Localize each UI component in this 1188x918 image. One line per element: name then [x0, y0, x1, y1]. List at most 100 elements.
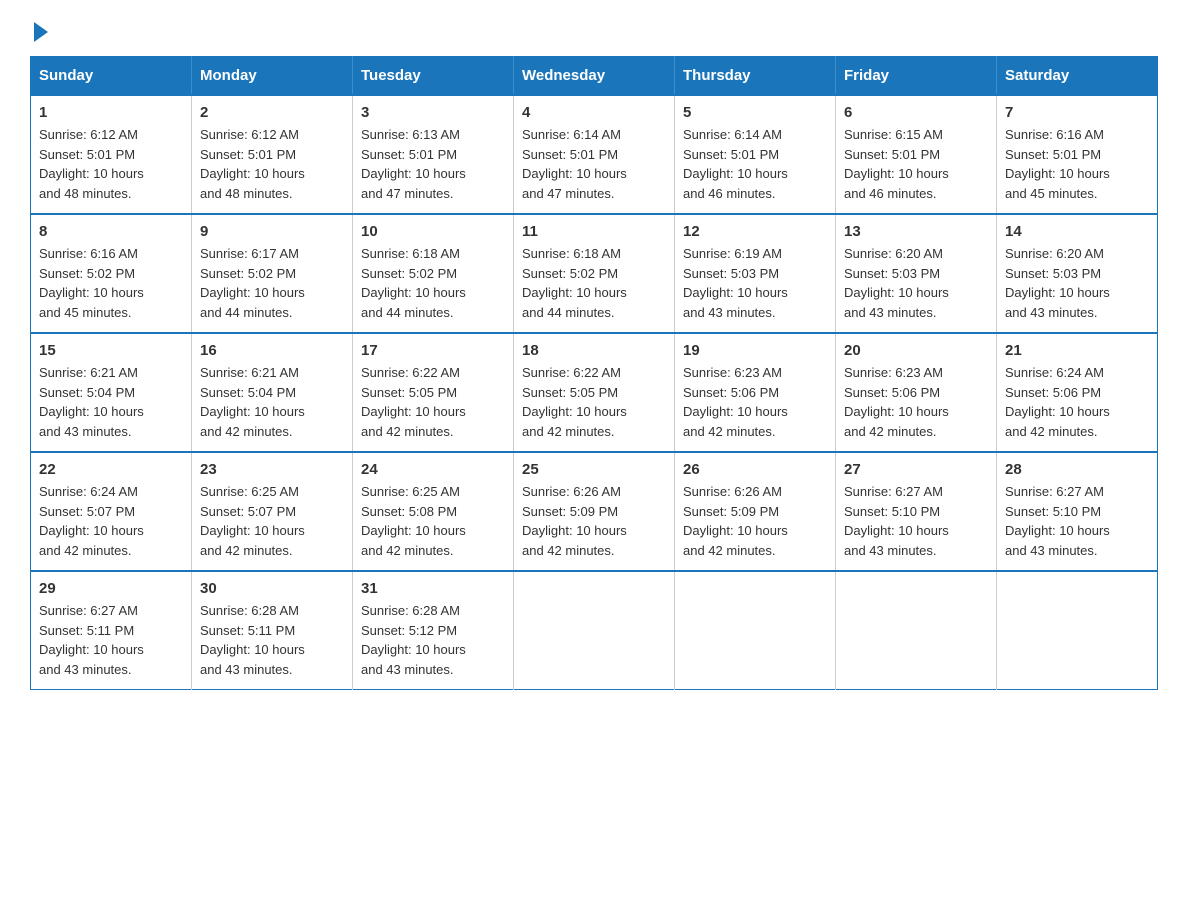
day-number: 19	[683, 342, 827, 359]
calendar-header-row: SundayMondayTuesdayWednesdayThursdayFrid…	[31, 57, 1158, 96]
calendar-day-cell: 22 Sunrise: 6:24 AMSunset: 5:07 PMDaylig…	[31, 452, 192, 571]
calendar-day-cell: 8 Sunrise: 6:16 AMSunset: 5:02 PMDayligh…	[31, 214, 192, 333]
calendar-day-cell: 10 Sunrise: 6:18 AMSunset: 5:02 PMDaylig…	[353, 214, 514, 333]
day-info: Sunrise: 6:28 AMSunset: 5:11 PMDaylight:…	[200, 603, 305, 677]
day-number: 26	[683, 461, 827, 478]
calendar-day-cell: 29 Sunrise: 6:27 AMSunset: 5:11 PMDaylig…	[31, 571, 192, 690]
header-day-thursday: Thursday	[675, 57, 836, 96]
day-number: 2	[200, 104, 344, 121]
calendar-day-cell: 17 Sunrise: 6:22 AMSunset: 5:05 PMDaylig…	[353, 333, 514, 452]
day-info: Sunrise: 6:18 AMSunset: 5:02 PMDaylight:…	[361, 246, 466, 320]
day-number: 25	[522, 461, 666, 478]
calendar-day-cell: 28 Sunrise: 6:27 AMSunset: 5:10 PMDaylig…	[997, 452, 1158, 571]
day-number: 6	[844, 104, 988, 121]
day-number: 4	[522, 104, 666, 121]
day-info: Sunrise: 6:16 AMSunset: 5:02 PMDaylight:…	[39, 246, 144, 320]
calendar-day-cell: 4 Sunrise: 6:14 AMSunset: 5:01 PMDayligh…	[514, 95, 675, 214]
header-day-saturday: Saturday	[997, 57, 1158, 96]
day-number: 18	[522, 342, 666, 359]
calendar-day-cell	[514, 571, 675, 690]
day-info: Sunrise: 6:27 AMSunset: 5:10 PMDaylight:…	[844, 484, 949, 558]
day-info: Sunrise: 6:12 AMSunset: 5:01 PMDaylight:…	[200, 127, 305, 201]
day-number: 16	[200, 342, 344, 359]
day-number: 5	[683, 104, 827, 121]
day-info: Sunrise: 6:27 AMSunset: 5:11 PMDaylight:…	[39, 603, 144, 677]
calendar-day-cell: 6 Sunrise: 6:15 AMSunset: 5:01 PMDayligh…	[836, 95, 997, 214]
calendar-day-cell	[836, 571, 997, 690]
calendar-week-row: 1 Sunrise: 6:12 AMSunset: 5:01 PMDayligh…	[31, 95, 1158, 214]
day-number: 9	[200, 223, 344, 240]
calendar-day-cell: 27 Sunrise: 6:27 AMSunset: 5:10 PMDaylig…	[836, 452, 997, 571]
calendar-day-cell: 31 Sunrise: 6:28 AMSunset: 5:12 PMDaylig…	[353, 571, 514, 690]
day-number: 7	[1005, 104, 1149, 121]
calendar-day-cell: 11 Sunrise: 6:18 AMSunset: 5:02 PMDaylig…	[514, 214, 675, 333]
day-number: 20	[844, 342, 988, 359]
calendar-day-cell: 23 Sunrise: 6:25 AMSunset: 5:07 PMDaylig…	[192, 452, 353, 571]
calendar-day-cell: 25 Sunrise: 6:26 AMSunset: 5:09 PMDaylig…	[514, 452, 675, 571]
calendar-day-cell: 15 Sunrise: 6:21 AMSunset: 5:04 PMDaylig…	[31, 333, 192, 452]
calendar-day-cell: 5 Sunrise: 6:14 AMSunset: 5:01 PMDayligh…	[675, 95, 836, 214]
day-number: 30	[200, 580, 344, 597]
day-number: 13	[844, 223, 988, 240]
header-day-sunday: Sunday	[31, 57, 192, 96]
day-info: Sunrise: 6:22 AMSunset: 5:05 PMDaylight:…	[361, 365, 466, 439]
day-info: Sunrise: 6:14 AMSunset: 5:01 PMDaylight:…	[522, 127, 627, 201]
day-info: Sunrise: 6:17 AMSunset: 5:02 PMDaylight:…	[200, 246, 305, 320]
day-number: 27	[844, 461, 988, 478]
calendar-day-cell: 14 Sunrise: 6:20 AMSunset: 5:03 PMDaylig…	[997, 214, 1158, 333]
calendar-day-cell: 26 Sunrise: 6:26 AMSunset: 5:09 PMDaylig…	[675, 452, 836, 571]
day-number: 28	[1005, 461, 1149, 478]
header-day-monday: Monday	[192, 57, 353, 96]
logo	[30, 20, 48, 38]
day-info: Sunrise: 6:25 AMSunset: 5:07 PMDaylight:…	[200, 484, 305, 558]
calendar-day-cell: 12 Sunrise: 6:19 AMSunset: 5:03 PMDaylig…	[675, 214, 836, 333]
day-info: Sunrise: 6:24 AMSunset: 5:06 PMDaylight:…	[1005, 365, 1110, 439]
calendar-day-cell: 3 Sunrise: 6:13 AMSunset: 5:01 PMDayligh…	[353, 95, 514, 214]
day-info: Sunrise: 6:25 AMSunset: 5:08 PMDaylight:…	[361, 484, 466, 558]
logo-top	[30, 20, 48, 42]
calendar-week-row: 22 Sunrise: 6:24 AMSunset: 5:07 PMDaylig…	[31, 452, 1158, 571]
day-info: Sunrise: 6:23 AMSunset: 5:06 PMDaylight:…	[683, 365, 788, 439]
calendar-day-cell: 16 Sunrise: 6:21 AMSunset: 5:04 PMDaylig…	[192, 333, 353, 452]
day-info: Sunrise: 6:21 AMSunset: 5:04 PMDaylight:…	[200, 365, 305, 439]
calendar-day-cell: 13 Sunrise: 6:20 AMSunset: 5:03 PMDaylig…	[836, 214, 997, 333]
day-info: Sunrise: 6:12 AMSunset: 5:01 PMDaylight:…	[39, 127, 144, 201]
day-number: 31	[361, 580, 505, 597]
day-number: 1	[39, 104, 183, 121]
day-number: 15	[39, 342, 183, 359]
day-number: 23	[200, 461, 344, 478]
calendar-day-cell	[675, 571, 836, 690]
calendar-day-cell	[997, 571, 1158, 690]
day-number: 10	[361, 223, 505, 240]
header-day-friday: Friday	[836, 57, 997, 96]
day-info: Sunrise: 6:20 AMSunset: 5:03 PMDaylight:…	[844, 246, 949, 320]
calendar-day-cell: 9 Sunrise: 6:17 AMSunset: 5:02 PMDayligh…	[192, 214, 353, 333]
calendar-day-cell: 30 Sunrise: 6:28 AMSunset: 5:11 PMDaylig…	[192, 571, 353, 690]
header-day-wednesday: Wednesday	[514, 57, 675, 96]
day-info: Sunrise: 6:18 AMSunset: 5:02 PMDaylight:…	[522, 246, 627, 320]
calendar-day-cell: 24 Sunrise: 6:25 AMSunset: 5:08 PMDaylig…	[353, 452, 514, 571]
day-info: Sunrise: 6:24 AMSunset: 5:07 PMDaylight:…	[39, 484, 144, 558]
calendar-day-cell: 2 Sunrise: 6:12 AMSunset: 5:01 PMDayligh…	[192, 95, 353, 214]
day-number: 29	[39, 580, 183, 597]
calendar-week-row: 29 Sunrise: 6:27 AMSunset: 5:11 PMDaylig…	[31, 571, 1158, 690]
day-number: 11	[522, 223, 666, 240]
calendar-day-cell: 19 Sunrise: 6:23 AMSunset: 5:06 PMDaylig…	[675, 333, 836, 452]
day-info: Sunrise: 6:22 AMSunset: 5:05 PMDaylight:…	[522, 365, 627, 439]
day-info: Sunrise: 6:16 AMSunset: 5:01 PMDaylight:…	[1005, 127, 1110, 201]
day-info: Sunrise: 6:28 AMSunset: 5:12 PMDaylight:…	[361, 603, 466, 677]
header-day-tuesday: Tuesday	[353, 57, 514, 96]
calendar-day-cell: 7 Sunrise: 6:16 AMSunset: 5:01 PMDayligh…	[997, 95, 1158, 214]
day-info: Sunrise: 6:15 AMSunset: 5:01 PMDaylight:…	[844, 127, 949, 201]
calendar-week-row: 8 Sunrise: 6:16 AMSunset: 5:02 PMDayligh…	[31, 214, 1158, 333]
day-number: 8	[39, 223, 183, 240]
calendar-table: SundayMondayTuesdayWednesdayThursdayFrid…	[30, 56, 1158, 690]
page-header	[30, 20, 1158, 38]
day-info: Sunrise: 6:14 AMSunset: 5:01 PMDaylight:…	[683, 127, 788, 201]
day-info: Sunrise: 6:13 AMSunset: 5:01 PMDaylight:…	[361, 127, 466, 201]
day-info: Sunrise: 6:21 AMSunset: 5:04 PMDaylight:…	[39, 365, 144, 439]
calendar-day-cell: 1 Sunrise: 6:12 AMSunset: 5:01 PMDayligh…	[31, 95, 192, 214]
calendar-day-cell: 20 Sunrise: 6:23 AMSunset: 5:06 PMDaylig…	[836, 333, 997, 452]
calendar-day-cell: 21 Sunrise: 6:24 AMSunset: 5:06 PMDaylig…	[997, 333, 1158, 452]
day-number: 17	[361, 342, 505, 359]
